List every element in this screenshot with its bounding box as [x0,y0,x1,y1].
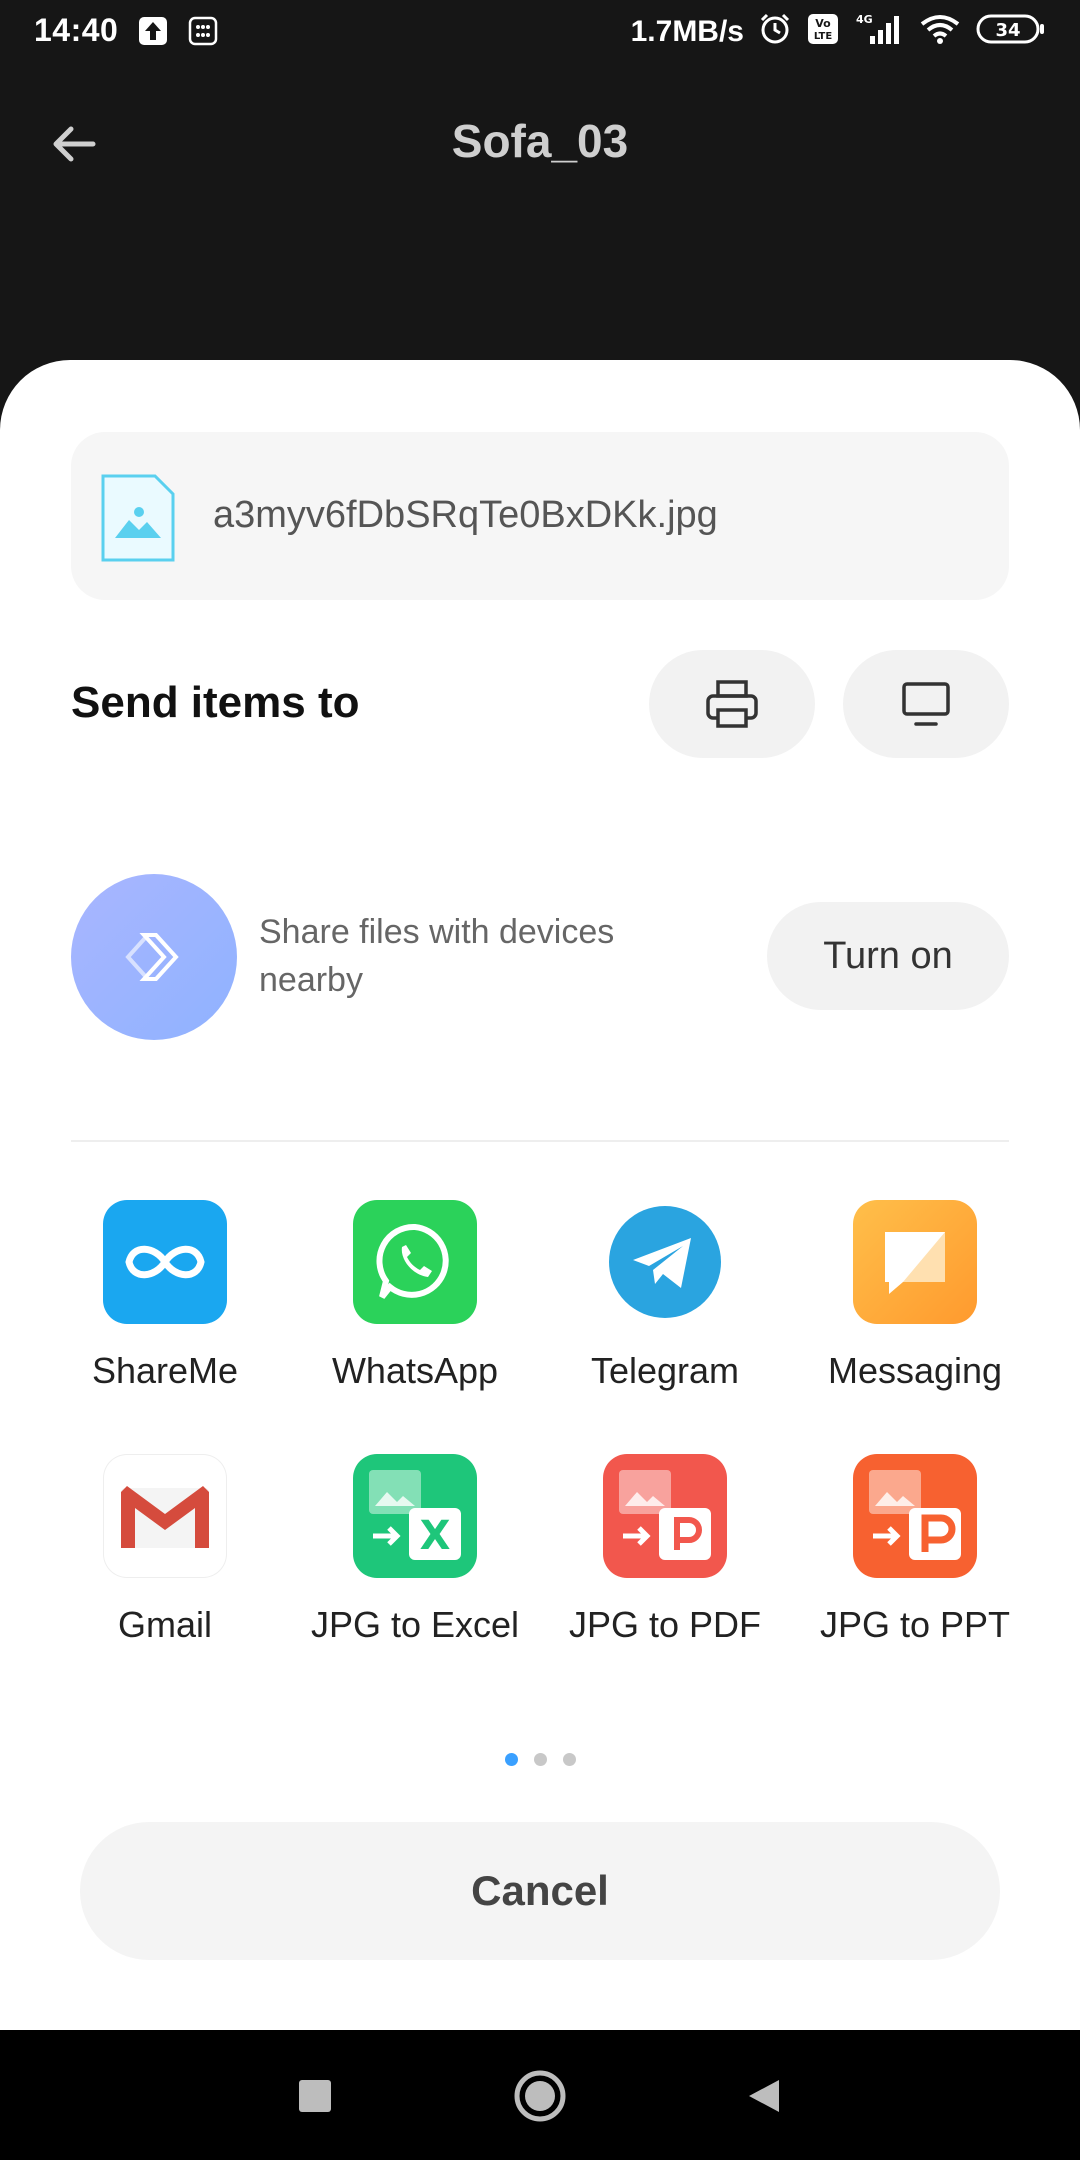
square-icon [299,2080,331,2112]
svg-text:LTE: LTE [814,31,833,42]
cancel-button[interactable]: Cancel [80,1822,1000,1960]
messaging-icon [853,1200,977,1324]
app-label: WhatsApp [331,1350,499,1391]
home-circle-icon [514,2070,566,2122]
nearby-share-icon [71,874,237,1040]
home-button[interactable] [510,2066,570,2126]
page-dot [533,1753,547,1766]
send-items-heading: Send items to [71,678,360,727]
shareme-icon [103,1200,227,1324]
file-preview-card: a3myv6fDbSRqTe0BxDKk.jpg [71,432,1009,600]
jpg-to-excel-icon: X [353,1454,477,1578]
app-label: Gmail [117,1604,212,1645]
triangle-back-icon [749,2080,779,2112]
gmail-icon [103,1454,227,1578]
share-target-messaging[interactable]: Messaging [790,1200,1040,1392]
app-label: Messaging [827,1350,1003,1391]
svg-text:X: X [420,1513,451,1559]
page-dot-active [504,1753,518,1766]
page-dot [562,1753,576,1766]
page-title: Sofa_03 [451,115,629,167]
whatsapp-icon [353,1200,477,1324]
cast-to-screen-button[interactable] [843,650,1009,758]
printer-icon [706,680,758,728]
image-file-icon [99,472,177,564]
app-label: ShareMe [91,1350,239,1391]
monitor-icon [902,682,950,726]
network-type: 4G [856,13,873,26]
wifi-icon [918,12,962,51]
share-target-shareme[interactable]: ShareMe [40,1200,290,1392]
turn-on-button[interactable]: Turn on [767,902,1009,1010]
volte-icon: Vo LTE [806,12,840,51]
page-indicator [0,1753,1080,1766]
share-app-grid: ShareMe WhatsApp Telegram Messaging Gmai… [40,1200,1040,1646]
file-name: a3myv6fDbSRqTe0BxDKk.jpg [213,494,718,536]
share-target-jpg-to-excel[interactable]: X JPG to Excel [290,1454,540,1646]
share-target-whatsapp[interactable]: WhatsApp [290,1200,540,1392]
recent-apps-button[interactable] [285,2066,345,2126]
app-label: JPG to PPT [819,1604,1011,1645]
app-label: JPG to Excel [310,1604,520,1645]
back-nav-button[interactable] [735,2066,795,2126]
share-target-jpg-to-pdf[interactable]: JPG to PDF [540,1454,790,1646]
signal-icon: 4G [854,12,904,51]
app-bar: Sofa_03 [0,66,1080,216]
share-target-gmail[interactable]: Gmail [40,1454,290,1646]
alarm-icon [758,12,792,51]
svg-text:Vo: Vo [815,17,831,30]
nearby-share-description: Share files with devices nearby [259,913,615,999]
app-label: JPG to PDF [568,1604,762,1645]
status-bar: 14:40 1.7MB/s Vo LTE 4G 34 [0,0,1080,66]
calculator-icon [188,16,218,46]
share-target-jpg-to-ppt[interactable]: JPG to PPT [790,1454,1040,1646]
battery-level: 34 [995,20,1020,41]
status-time: 14:40 [34,12,119,48]
share-sheet: a3myv6fDbSRqTe0BxDKk.jpg Send items to S… [0,360,1080,2030]
battery-icon: 34 [976,12,1046,51]
jpg-to-ppt-icon [853,1454,977,1578]
upload-icon [138,16,168,46]
print-button[interactable] [649,650,815,758]
divider [71,1140,1009,1142]
jpg-to-pdf-icon [603,1454,727,1578]
navigation-bar [0,2030,1080,2160]
app-label: Telegram [590,1350,740,1391]
share-target-telegram[interactable]: Telegram [540,1200,790,1392]
network-speed: 1.7MB/s [630,14,744,48]
telegram-icon [603,1200,727,1324]
